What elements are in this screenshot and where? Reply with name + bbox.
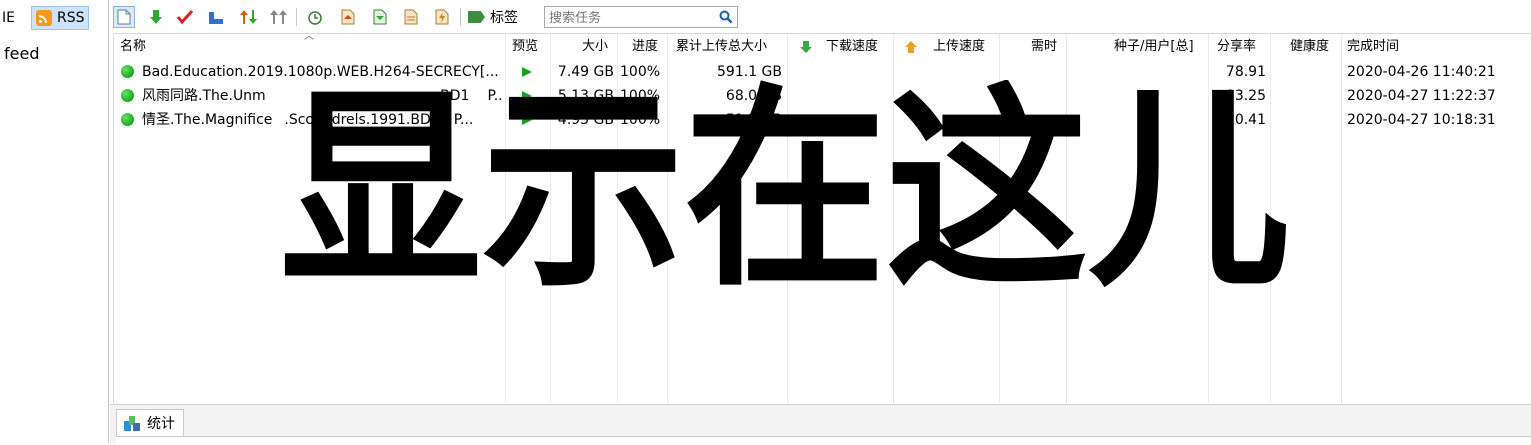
tag-icon: [468, 11, 485, 23]
task-completed: 2020-04-26 11:40:21: [1347, 64, 1496, 80]
task-name-start: 情圣.The.Magnifice: [142, 112, 273, 128]
preview-play-icon[interactable]: [522, 115, 532, 125]
task-name-middle: .BD1: [435, 88, 470, 104]
table-row[interactable]: 情圣.The.Magnifice .Scoundrels.1991.BD1 P...…: [114, 108, 1531, 132]
task-name-start: 风雨同路.The.Unm: [142, 88, 266, 104]
check-icon: [177, 10, 193, 24]
task-name-middle: .Scoundrels.1991.BD1: [284, 112, 440, 128]
feed-item[interactable]: feed: [4, 44, 39, 63]
sort-ascending-icon: ︿: [304, 31, 314, 42]
status-complete-icon: [121, 89, 134, 102]
task-completed: 2020-04-27 11:22:37: [1347, 88, 1496, 104]
chart-button[interactable]: [205, 6, 227, 28]
column-header-seeds[interactable]: 种子/用户[总]: [1114, 34, 1194, 60]
new-icon: [117, 9, 131, 25]
task-completed: 2020-04-27 10:18:31: [1347, 112, 1496, 128]
status-complete-icon: [121, 65, 134, 78]
sort-icon: [240, 10, 257, 24]
column-header-size[interactable]: 大小: [582, 34, 608, 60]
sort-button[interactable]: [238, 6, 260, 28]
import-icon: [373, 9, 387, 25]
tab-ie[interactable]: IE: [0, 6, 32, 30]
move-icon: [270, 10, 287, 24]
check-button[interactable]: [174, 6, 196, 28]
preview-play-icon[interactable]: [522, 91, 532, 101]
details-content: [116, 436, 1531, 445]
task-name: 情圣.The.Magnifice .Scoundrels.1991.BD1 P...: [142, 108, 504, 132]
task-name-end: P...: [487, 88, 504, 104]
download-speed-label: 下载速度: [826, 39, 879, 54]
upload-speed-icon: [905, 41, 917, 53]
left-panel: IE RSS feed: [0, 0, 109, 443]
task-name: 风雨同路.The.Unm .BD1 P...: [142, 84, 504, 108]
task-table: ︿ 名称 预览 大小 进度 累计上传总大小 下载速度 上传速度 需时 种子/用户…: [113, 31, 1531, 403]
task-progress: 100%: [620, 112, 661, 128]
task-size: 5.13 GB: [557, 88, 614, 104]
task-uploaded: 51.3 GB: [725, 112, 782, 128]
start-button[interactable]: [145, 6, 167, 28]
task-size: 7.49 GB: [557, 64, 614, 80]
tab-ie-label: IE: [2, 10, 15, 26]
task-uploaded: 68.0 GB: [725, 88, 782, 104]
toolbar-separator: [296, 8, 297, 26]
export-icon: [341, 9, 355, 25]
column-header-uploaded[interactable]: 累计上传总大小: [676, 34, 767, 60]
statistics-icon: [124, 416, 140, 431]
download-icon: [150, 10, 162, 24]
clock-icon: [308, 11, 322, 25]
chart-icon: [209, 12, 223, 24]
search-icon[interactable]: [719, 10, 733, 24]
task-ratio: 13.25: [1225, 88, 1266, 104]
column-header-download-speed[interactable]: 下载速度: [800, 34, 878, 60]
column-header-upload-speed[interactable]: 上传速度: [905, 34, 985, 60]
tab-rss-label: RSS: [57, 10, 85, 26]
column-header-name[interactable]: 名称: [120, 34, 146, 60]
table-row[interactable]: 风雨同路.The.Unm .BD1 P... 5.13 GB 100% 68.0 G…: [114, 84, 1531, 108]
search-box: [544, 6, 738, 28]
search-input[interactable]: [547, 8, 719, 28]
column-header-health[interactable]: 健康度: [1290, 34, 1329, 60]
tab-rss[interactable]: RSS: [31, 6, 89, 30]
task-ratio: 10.41: [1225, 112, 1266, 128]
task-size: 4.93 GB: [557, 112, 614, 128]
import-button[interactable]: [369, 6, 391, 28]
export-button[interactable]: [337, 6, 359, 28]
column-header-eta[interactable]: 需时: [1031, 34, 1057, 60]
rss-icon: [36, 10, 52, 26]
table-header: ︿ 名称 预览 大小 进度 累计上传总大小 下载速度 上传速度 需时 种子/用户…: [114, 31, 1531, 60]
task-uploaded: 591.1 GB: [717, 64, 782, 80]
task-name: Bad.Education.2019.1080p.WEB.H264-SECREC…: [142, 64, 499, 80]
table-row[interactable]: Bad.Education.2019.1080p.WEB.H264-SECREC…: [114, 60, 1531, 84]
tab-statistics[interactable]: 统计: [116, 409, 184, 436]
task-ratio: 78.91: [1225, 64, 1266, 80]
column-header-ratio[interactable]: 分享率: [1217, 34, 1256, 60]
status-complete-icon: [121, 113, 134, 126]
tags-label: 标签: [490, 10, 518, 26]
column-header-completed[interactable]: 完成时间: [1347, 34, 1399, 60]
document-button[interactable]: [400, 6, 422, 28]
upload-speed-label: 上传速度: [933, 39, 986, 54]
task-progress: 100%: [620, 88, 661, 104]
column-header-progress[interactable]: 进度: [632, 34, 658, 60]
schedule-button[interactable]: [304, 6, 326, 28]
new-task-button[interactable]: [113, 6, 135, 28]
task-progress: 100%: [620, 64, 661, 80]
tags-button[interactable]: 标签: [468, 6, 518, 28]
move-button[interactable]: [268, 6, 290, 28]
speed-button[interactable]: [431, 6, 453, 28]
task-name-end: P...: [453, 112, 474, 128]
column-header-preview[interactable]: 预览: [512, 34, 538, 60]
toolbar: 标签: [110, 4, 1531, 32]
details-panel: 统计: [110, 404, 1531, 445]
document-icon: [404, 9, 418, 25]
preview-play-icon[interactable]: [522, 67, 532, 77]
download-speed-icon: [800, 41, 812, 53]
lightning-icon: [435, 9, 449, 25]
tab-statistics-label: 统计: [147, 416, 175, 432]
toolbar-separator: [460, 8, 461, 26]
